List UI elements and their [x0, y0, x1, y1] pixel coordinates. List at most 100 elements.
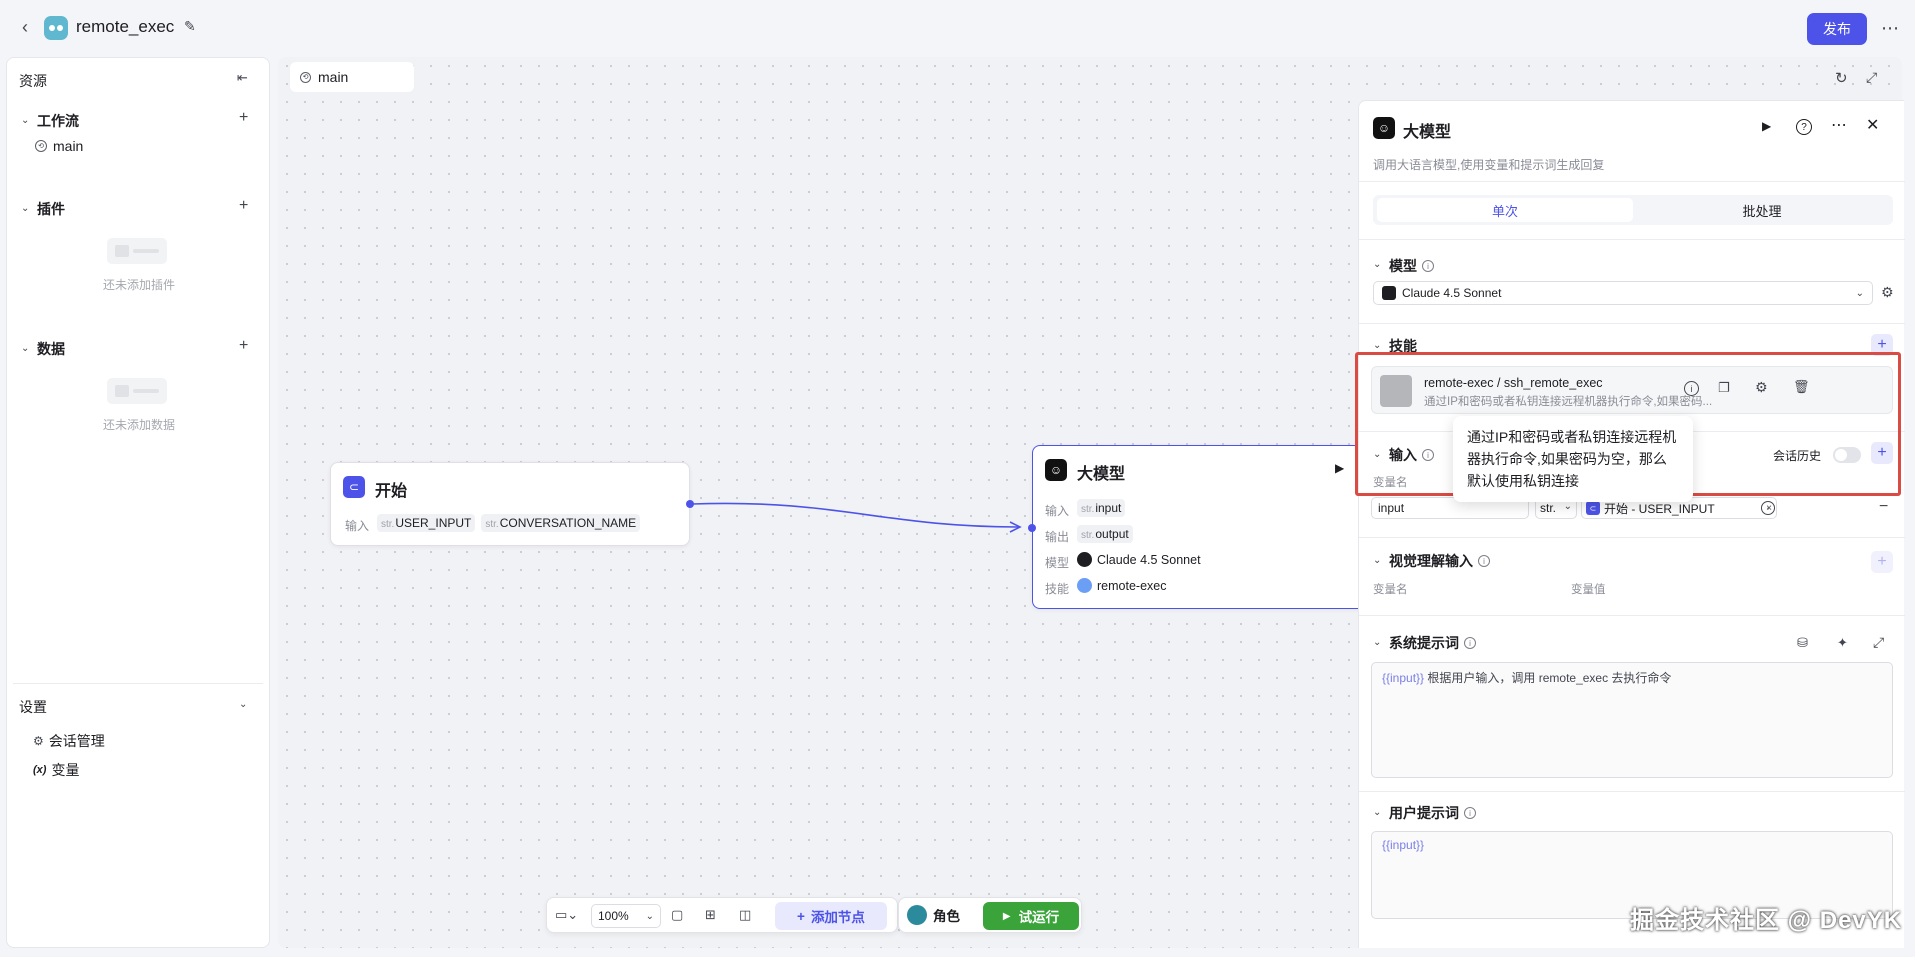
optimize-prompt-icon[interactable]: ✦: [1837, 635, 1848, 651]
plugins-section-title: 插件: [37, 201, 65, 217]
tab-label: main: [318, 69, 349, 85]
connection-edge[interactable]: [690, 495, 1030, 535]
user-prompt-title: 用户提示词 i: [1389, 803, 1476, 823]
chevron-down-icon: ⌄: [645, 910, 654, 922]
sidebar-item-label: main: [53, 138, 84, 154]
test-run-button[interactable]: ▶ 试运行: [983, 902, 1079, 930]
system-prompt-title: 系统提示词 i: [1389, 633, 1476, 653]
refresh-icon[interactable]: ↻: [1835, 69, 1848, 87]
system-prompt-editor[interactable]: {{input}} 根据用户输入，调用 remote_exec 去执行命令: [1371, 662, 1893, 778]
add-plugin-button[interactable]: +: [239, 197, 248, 215]
chevron-down-icon[interactable]: ⌄: [1373, 555, 1381, 566]
llm-node-icon: ☺: [1373, 117, 1395, 139]
input-tag: str.USER_INPUT: [377, 514, 476, 532]
vision-section-title: 视觉理解输入 i: [1389, 551, 1490, 571]
start-node[interactable]: ⊂ 开始 输入 str.USER_INPUT str.CONVERSATION_…: [330, 462, 690, 546]
publish-button[interactable]: 发布: [1807, 13, 1867, 45]
start-node-title: 开始: [375, 483, 408, 500]
divider: [1359, 181, 1905, 182]
output-port[interactable]: [686, 500, 694, 508]
run-node-icon[interactable]: ▶: [1335, 461, 1344, 475]
model-value: Claude 4.5 Sonnet: [1077, 552, 1201, 567]
empty-placeholder-icon: [107, 378, 167, 404]
more-options-icon[interactable]: ⋯: [1876, 14, 1904, 42]
expand-icon[interactable]: ⤢: [1873, 634, 1884, 651]
chevron-down-icon[interactable]: ⌄: [1373, 807, 1381, 818]
panel-subtitle: 调用大语言模型,使用变量和提示词生成回复: [1373, 158, 1605, 172]
output-tag: str.output: [1077, 525, 1133, 543]
tab-batch[interactable]: 批处理: [1635, 198, 1889, 222]
sidebar-item-label: 变量: [51, 762, 80, 778]
chevron-down-icon[interactable]: ⌄: [1373, 637, 1381, 648]
col-variable-value: 变量值: [1571, 584, 1606, 596]
chevron-down-icon: ⌄: [1563, 501, 1572, 512]
sidebar-item-main[interactable]: ⟲ main: [35, 138, 83, 154]
chevron-down-icon[interactable]: ⌄: [239, 699, 247, 710]
panel-title: 大模型: [1403, 124, 1452, 141]
chevron-down-icon[interactable]: ⌄: [21, 343, 29, 354]
settings-section-title: 设置: [19, 699, 47, 715]
add-vision-input-button[interactable]: +: [1871, 551, 1893, 573]
claude-icon: [1077, 552, 1092, 567]
zoom-select[interactable]: 100% ⌄: [591, 904, 661, 928]
app-title: remote_exec: [76, 17, 175, 36]
info-icon: i: [1464, 637, 1476, 649]
sidebar-item-session-manage[interactable]: ⚙ 会话管理: [33, 731, 105, 751]
close-icon[interactable]: ✕: [1866, 115, 1879, 135]
llm-node-title: 大模型: [1077, 466, 1126, 483]
skill-description-tooltip: 通过IP和密码或者私钥连接远程机器执行命令,如果密码为空，那么默认使用私钥连接: [1453, 416, 1693, 502]
llm-node[interactable]: ☺ 大模型 ▶ 输入 str.input 输出 str.output 模型 Cl…: [1032, 445, 1362, 609]
row-label: 模型: [1045, 556, 1070, 570]
expand-icon[interactable]: ⤢: [1866, 69, 1877, 86]
edit-icon[interactable]: ✎: [184, 18, 196, 35]
input-tag: str.CONVERSATION_NAME: [481, 514, 641, 532]
play-icon: ▶: [1002, 910, 1011, 922]
minimap-icon[interactable]: ▭⌄: [555, 907, 578, 923]
app-logo-icon: [44, 16, 68, 40]
divider: [1359, 615, 1905, 616]
input-label: 输入: [345, 519, 370, 533]
comment-icon[interactable]: ▢: [671, 907, 683, 923]
fit-view-icon[interactable]: ◫: [739, 907, 751, 923]
skill-icon: [1077, 578, 1092, 593]
llm-node-icon: ☺: [1045, 459, 1067, 481]
row-label: 输出: [1045, 530, 1070, 544]
more-options-icon[interactable]: ⋯: [1831, 115, 1847, 135]
avatar: [907, 905, 927, 925]
prompt-library-icon[interactable]: ⛁: [1797, 635, 1808, 651]
add-workflow-button[interactable]: +: [239, 109, 248, 127]
top-bar: [0, 0, 1915, 56]
resources-title: 资源: [19, 73, 47, 89]
empty-placeholder-icon: [107, 238, 167, 264]
layout-icon[interactable]: ⊞: [705, 907, 716, 923]
row-label: 输入: [1045, 504, 1070, 518]
reference-icon[interactable]: ◦: [1761, 501, 1775, 515]
add-data-button[interactable]: +: [239, 337, 248, 355]
tab-single[interactable]: 单次: [1377, 198, 1633, 222]
row-label: 技能: [1045, 582, 1070, 596]
data-section-title: 数据: [37, 341, 65, 357]
watermark-text: 掘金技术社区 @ DevYK: [1630, 907, 1903, 934]
plugins-empty-text: 还未添加插件: [103, 278, 176, 292]
model-settings-icon[interactable]: ⚙: [1881, 284, 1894, 301]
chevron-down-icon[interactable]: ⌄: [1373, 340, 1381, 351]
sidebar-item-variables[interactable]: (x) 变量: [33, 760, 79, 780]
add-node-button[interactable]: + 添加节点: [775, 902, 887, 930]
help-icon[interactable]: ?: [1796, 119, 1812, 135]
run-node-icon[interactable]: ▶: [1762, 119, 1771, 133]
node-config-panel: ☺ 大模型 ▶ ? ⋯ ✕ 调用大语言模型,使用变量和提示词生成回复 单次 批处…: [1358, 100, 1905, 948]
skill-value: remote-exec: [1077, 578, 1166, 593]
chevron-down-icon[interactable]: ⌄: [21, 115, 29, 126]
input-port[interactable]: [1028, 524, 1036, 532]
role-button[interactable]: 角色: [907, 905, 960, 925]
chevron-down-icon: ⌄: [1855, 287, 1864, 299]
tab-main[interactable]: ⟲ main: [290, 62, 414, 92]
remove-variable-button[interactable]: −: [1879, 498, 1888, 516]
chevron-down-icon[interactable]: ⌄: [1373, 259, 1381, 270]
chevron-down-icon[interactable]: ⌄: [21, 203, 29, 214]
collapse-sidebar-icon[interactable]: ⇤: [237, 70, 248, 86]
back-arrow-icon[interactable]: ‹: [14, 16, 36, 38]
data-empty-text: 还未添加数据: [103, 418, 176, 432]
model-select[interactable]: Claude 4.5 Sonnet ⌄: [1373, 281, 1873, 305]
claude-icon: [1382, 286, 1396, 300]
